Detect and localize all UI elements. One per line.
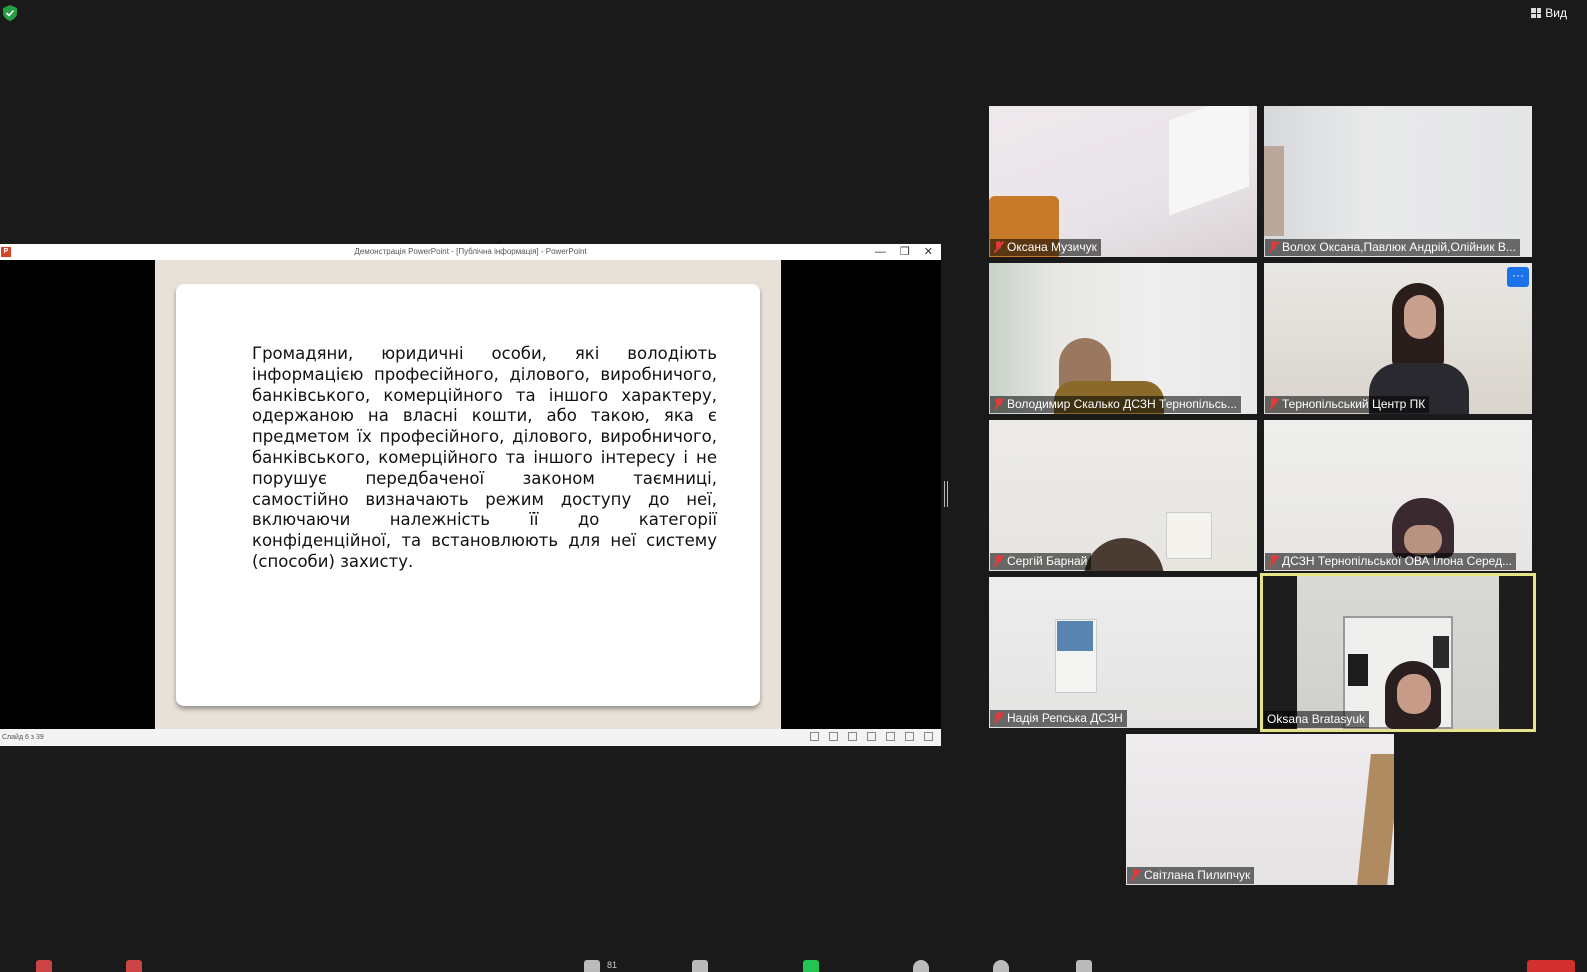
active-speaker-tile[interactable]: Oksana Bratasyuk (1260, 573, 1536, 732)
participant-tile[interactable]: ··· Тернопільський Центр ПК (1264, 263, 1532, 414)
video-off-icon[interactable] (126, 960, 142, 972)
window-title: Демонстрація PowerPoint - [Публічна інфо… (354, 247, 587, 256)
powerpoint-status-bar: Слайд 6 з 39 (0, 729, 941, 746)
participant-name: Oksana Bratasyuk (1267, 712, 1366, 726)
participant-tile[interactable]: ДСЗН Тернопільської ОВА Ілона Серед... (1264, 420, 1532, 571)
participant-tile[interactable]: Оксана Музичук (989, 106, 1257, 257)
reading-view-icon[interactable] (905, 732, 914, 741)
powerpoint-title-bar: P Демонстрація PowerPoint - [Публічна ін… (0, 244, 941, 260)
view-label: Вид (1545, 6, 1567, 20)
mute-icon[interactable] (36, 960, 52, 972)
chat-icon[interactable] (692, 960, 708, 972)
mic-muted-icon (1268, 241, 1279, 253)
mic-muted-icon (993, 712, 1004, 724)
powerpoint-logo-icon: P (1, 247, 11, 257)
mic-muted-icon (1268, 398, 1279, 410)
reactions-icon[interactable] (993, 960, 1009, 972)
participant-name: Сергій Барнай (1007, 554, 1088, 568)
share-screen-icon[interactable] (803, 960, 819, 972)
slideshow-view-icon[interactable] (924, 732, 933, 741)
sorter-view-icon[interactable] (886, 732, 895, 741)
panel-splitter[interactable] (944, 481, 948, 507)
participant-tile[interactable]: Волох Оксана,Павлюк Андрій,Олійник В... (1264, 106, 1532, 257)
mic-muted-icon (993, 241, 1004, 253)
normal-view-icon[interactable] (867, 732, 876, 741)
slide-number: Слайд 6 з 39 (2, 734, 44, 741)
more-options-button[interactable]: ··· (1507, 267, 1529, 287)
next-slide-icon[interactable] (848, 732, 857, 741)
participant-name: Тернопільський Центр ПК (1282, 397, 1426, 411)
prev-slide-icon[interactable] (810, 732, 819, 741)
slide-card: Громадяни, юридичні особи, які володіють… (176, 284, 760, 706)
participant-tile[interactable]: Надія Репська ДСЗН (989, 577, 1257, 728)
close-button[interactable]: ✕ (924, 244, 933, 260)
mic-muted-icon (1130, 869, 1141, 881)
record-icon[interactable] (913, 960, 929, 972)
mic-muted-icon (1268, 555, 1279, 567)
slide: Громадяни, юридичні особи, які володіють… (155, 260, 781, 729)
participant-name: Волох Оксана,Павлюк Андрій,Олійник В... (1282, 240, 1516, 254)
restore-button[interactable]: ❐ (900, 244, 910, 260)
participants-count: 81 (607, 960, 618, 970)
slide-menu-icon[interactable] (829, 732, 838, 741)
participants-icon[interactable] (584, 960, 600, 972)
participant-name: Володимир Скалько ДСЗН Тернопільсь... (1007, 397, 1238, 411)
participant-tile[interactable]: Сергій Барнай (989, 420, 1257, 571)
security-shield-icon[interactable] (3, 5, 17, 21)
mic-muted-icon (993, 555, 1004, 567)
end-meeting-button[interactable] (1527, 960, 1575, 972)
slide-stage: Громадяни, юридичні особи, які володіють… (0, 260, 941, 729)
apps-icon[interactable] (1076, 960, 1092, 972)
participant-tile[interactable]: Володимир Скалько ДСЗН Тернопільсь... (989, 263, 1257, 414)
mic-muted-icon (993, 398, 1004, 410)
grid-view-icon (1531, 8, 1542, 18)
view-button[interactable]: Вид (1531, 6, 1567, 20)
participant-name: ДСЗН Тернопільської ОВА Ілона Серед... (1282, 554, 1513, 568)
minimize-button[interactable]: — (875, 244, 886, 260)
participant-tile[interactable]: Світлана Пилипчук (1126, 734, 1394, 885)
slide-text: Громадяни, юридичні особи, які володіють… (252, 344, 717, 571)
participant-name: Оксана Музичук (1007, 240, 1097, 254)
shared-powerpoint-window: P Демонстрація PowerPoint - [Публічна ін… (0, 244, 941, 746)
participant-name: Світлана Пилипчук (1144, 868, 1251, 882)
meeting-toolbar: 81 (0, 958, 1587, 972)
participant-name: Надія Репська ДСЗН (1007, 711, 1123, 725)
